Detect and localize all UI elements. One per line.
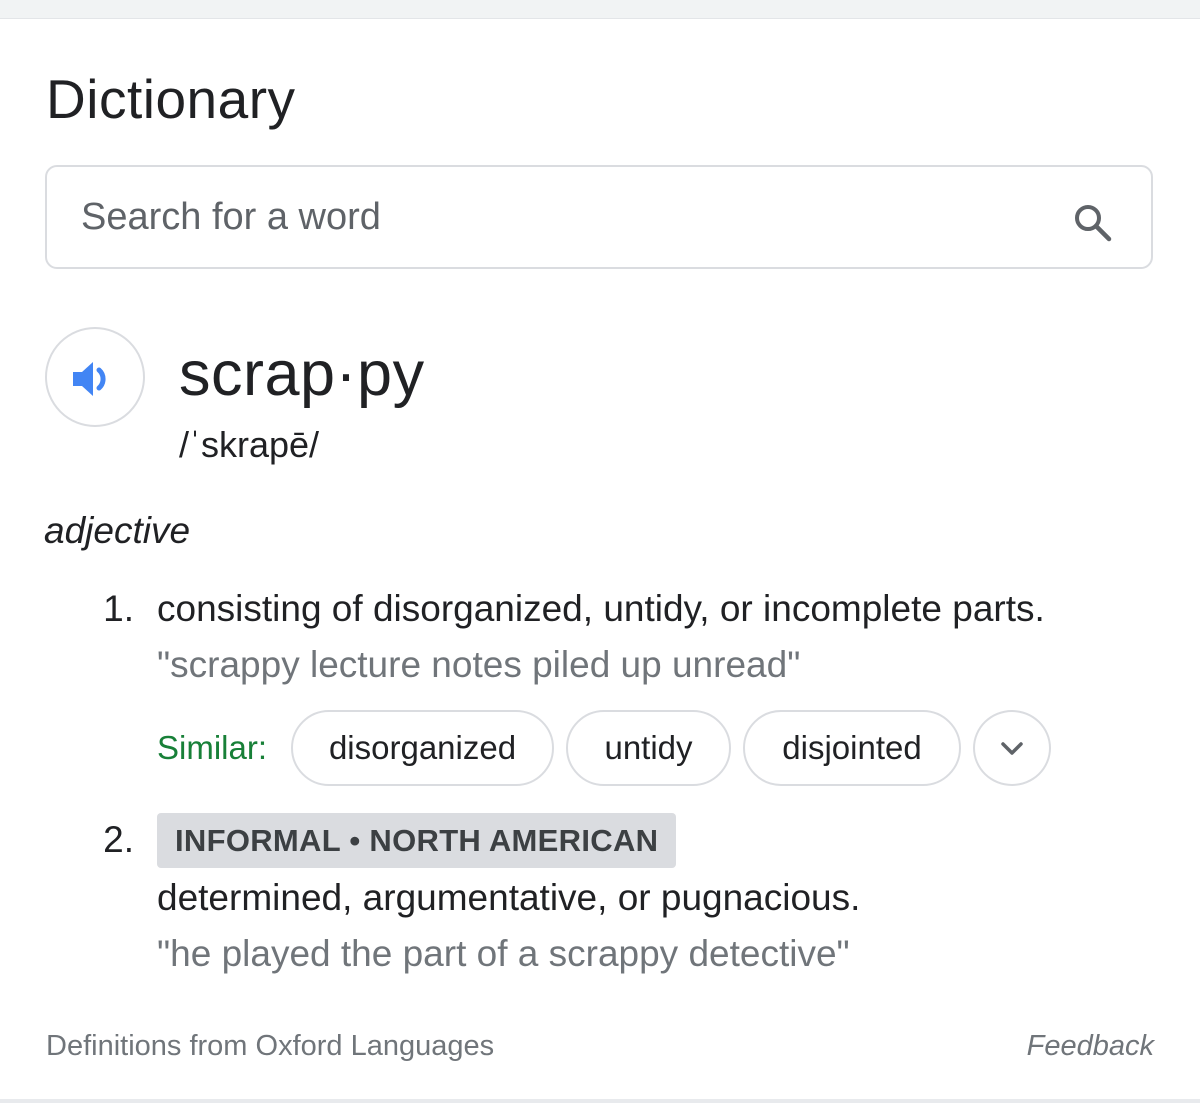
sense-number: 1. <box>103 588 134 629</box>
similar-chip-disjointed[interactable]: disjointed <box>743 710 961 786</box>
chevron-down-icon <box>1001 742 1023 755</box>
feedback-link[interactable]: Feedback <box>1027 1027 1154 1065</box>
search-icon[interactable] <box>1073 203 1113 243</box>
sense-definition: consisting of disorganized, untidy, or i… <box>157 588 1045 629</box>
similar-chip-untidy[interactable]: untidy <box>566 710 731 786</box>
search-box[interactable] <box>45 165 1153 269</box>
sense-example: "scrappy lecture notes piled up unread" <box>157 644 801 685</box>
pronunciation-audio-button[interactable] <box>45 327 145 427</box>
similar-label: Similar: <box>157 729 268 766</box>
sense-example: "he played the part of a scrappy detecti… <box>157 933 850 974</box>
more-similar-button[interactable] <box>973 710 1051 786</box>
card-title: Dictionary <box>46 68 296 130</box>
top-separator <box>0 0 1200 19</box>
headword: scrap·py <box>179 339 425 409</box>
register-badge: INFORMAL • NORTH AMERICAN <box>157 813 677 868</box>
speaker-icon <box>73 362 106 396</box>
part-of-speech: adjective <box>44 510 191 551</box>
search-input[interactable] <box>81 167 1041 267</box>
sense-definition: determined, argumentative, or pugnacious… <box>157 877 861 918</box>
definitions-source: Definitions from Oxford Languages <box>46 1030 495 1062</box>
sense-number: 2. <box>103 819 134 860</box>
phonetic-spelling: /ˈskrapē/ <box>179 424 320 465</box>
similar-chip-disorganized[interactable]: disorganized <box>291 710 554 786</box>
bottom-separator <box>0 1099 1200 1103</box>
